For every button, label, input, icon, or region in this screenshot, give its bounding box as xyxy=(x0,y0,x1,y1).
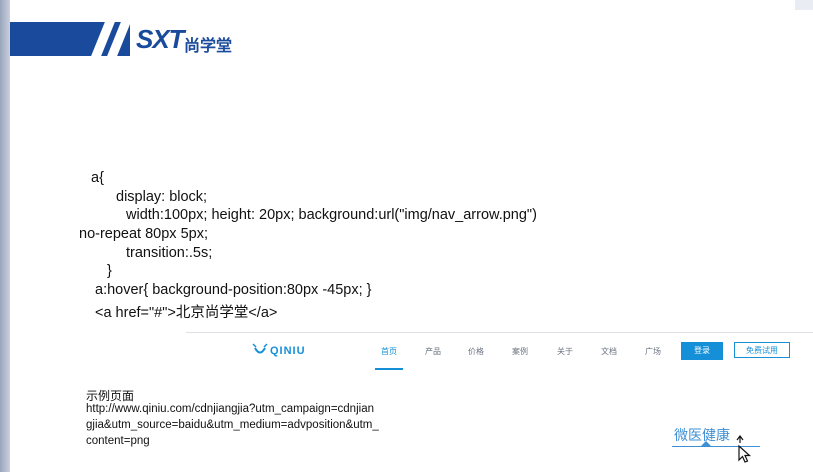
example-url-line[interactable]: content=png xyxy=(86,435,150,447)
slide-corner-mark xyxy=(795,0,813,10)
nav-item-cases[interactable]: 案例 xyxy=(512,346,528,357)
nav-item-pricing[interactable]: 价格 xyxy=(468,346,484,357)
code-line: display: block; xyxy=(116,189,208,205)
login-button[interactable]: 登录 xyxy=(681,342,723,360)
code-line: a{ xyxy=(91,170,104,186)
nav-item-about[interactable]: 关于 xyxy=(557,346,573,357)
nav-item-plaza[interactable]: 广场 xyxy=(645,346,661,357)
code-line: width:100px; height: 20px; background:ur… xyxy=(126,207,537,223)
example-url-line[interactable]: gjia&utm_source=baidu&utm_medium=advposi… xyxy=(86,419,379,431)
active-nav-underline xyxy=(375,368,403,370)
code-line: a:hover{ background-position:80px -45px;… xyxy=(95,282,372,298)
logo-text: SXT xyxy=(136,24,185,54)
hand-pointer-cursor-icon xyxy=(736,435,752,463)
nav-item-home[interactable]: 首页 xyxy=(381,346,397,357)
free-trial-button[interactable]: 免费试用 xyxy=(734,342,790,358)
code-line: no-repeat 80px 5px; xyxy=(79,226,208,242)
qiniu-logo-icon xyxy=(252,343,268,354)
logo-chinese-name: 尚学堂 xyxy=(184,38,233,55)
up-arrow-icon xyxy=(701,441,711,446)
code-line: transition:.5s; xyxy=(126,245,213,261)
nav-item-products[interactable]: 产品 xyxy=(425,346,441,357)
code-block: a{ display: block; width:100px; height: … xyxy=(0,0,537,321)
code-line: <a href="#">北京尚学堂</a> xyxy=(95,305,278,321)
nav-item-docs[interactable]: 文档 xyxy=(601,346,617,357)
example-page-title: 示例页面 xyxy=(86,389,135,403)
qiniu-logo-text: QINIU xyxy=(270,345,306,357)
example-url-line[interactable]: http://www.qiniu.com/cdnjiangjia?utm_cam… xyxy=(86,403,374,415)
code-line: } xyxy=(107,263,112,279)
